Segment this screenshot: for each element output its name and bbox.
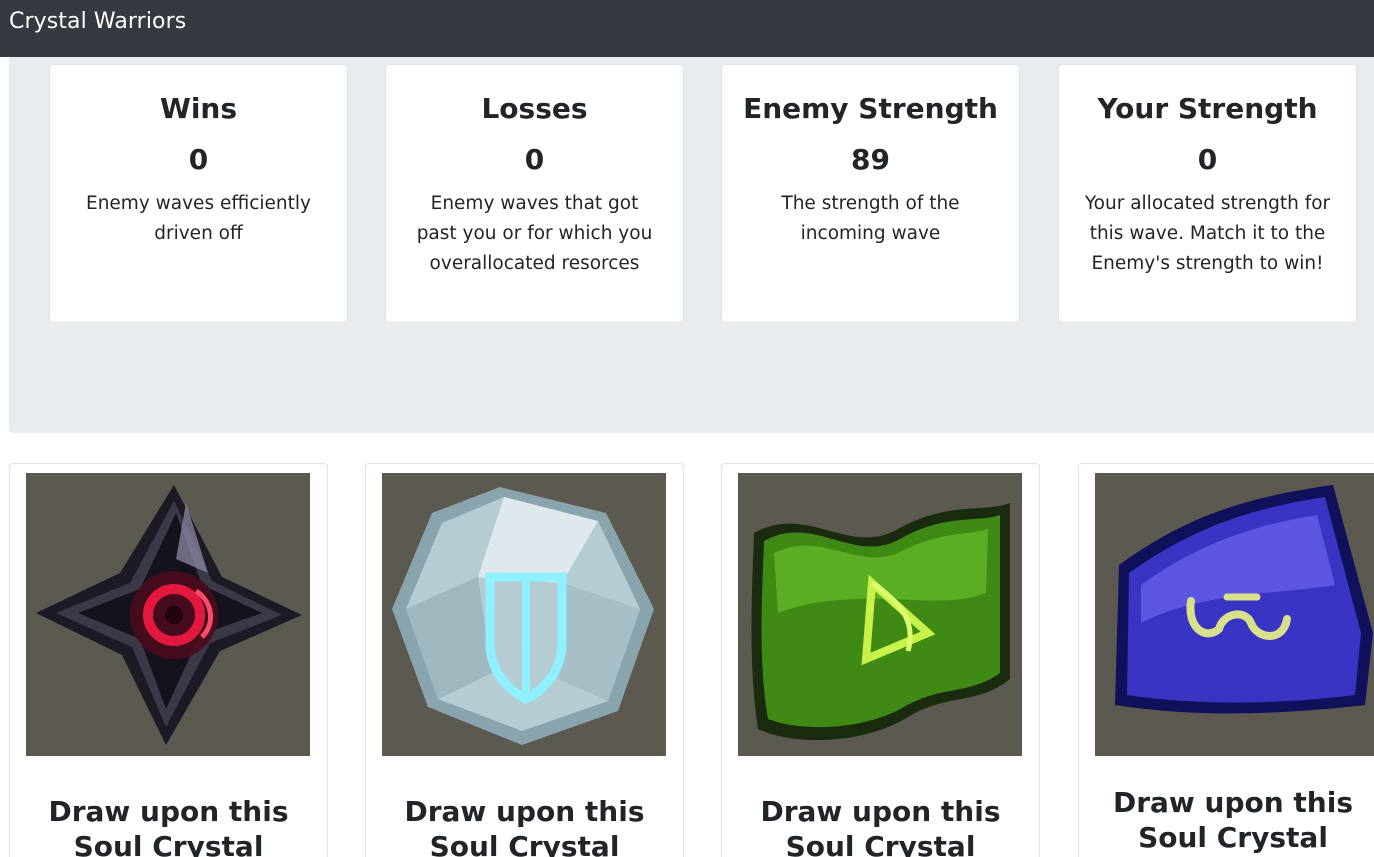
wins-title: Wins: [159, 92, 238, 125]
crystal-caption-4: Draw upon this Soul Crystal: [1112, 786, 1354, 854]
crystal-card-4[interactable]: Draw upon this Soul Crystal: [1078, 463, 1374, 857]
dark-soul-crystal-icon[interactable]: [26, 473, 310, 756]
your-strength-description: Your allocated strength for this wave. M…: [1084, 193, 1331, 274]
wins-value: 0: [188, 143, 209, 176]
brand-title[interactable]: Crystal Warriors: [9, 9, 186, 34]
losses-value: 0: [524, 143, 545, 176]
your-strength-value: 0: [1197, 143, 1218, 176]
bow-soul-crystal-icon[interactable]: [738, 473, 1022, 756]
losses-card: Losses 0 Enemy waves that got past you o…: [385, 64, 684, 323]
crystal-caption-1: Draw upon this Soul Crystal: [48, 795, 289, 857]
crystal-card-1[interactable]: Draw upon this Soul Crystal: [9, 463, 328, 857]
crystal-card-2[interactable]: Draw upon this Soul Crystal: [365, 463, 684, 857]
arcane-soul-crystal-icon[interactable]: [1095, 473, 1374, 756]
wins-card: Wins 0 Enemy waves efficiently driven of…: [49, 64, 348, 323]
enemy-strength-description: The strength of the incoming wave: [781, 193, 960, 244]
your-strength-card: Your Strength 0 Your allocated strength …: [1058, 64, 1357, 323]
enemy-strength-card: Enemy Strength 89 The strength of the in…: [721, 64, 1020, 323]
crystal-caption-3: Draw upon this Soul Crystal: [760, 795, 1001, 857]
wins-description: Enemy waves efficiently driven off: [86, 193, 311, 244]
losses-title: Losses: [481, 92, 588, 125]
enemy-strength-value: 89: [851, 143, 890, 176]
crystal-card-3[interactable]: Draw upon this Soul Crystal: [721, 463, 1040, 857]
shield-soul-crystal-icon[interactable]: [382, 473, 666, 756]
navbar: Crystal Warriors: [0, 0, 1374, 57]
enemy-strength-title: Enemy Strength: [743, 92, 998, 125]
crystal-caption-2: Draw upon this Soul Crystal: [404, 795, 645, 857]
losses-description: Enemy waves that got past you or for whi…: [416, 193, 653, 274]
your-strength-title: Your Strength: [1097, 92, 1318, 125]
